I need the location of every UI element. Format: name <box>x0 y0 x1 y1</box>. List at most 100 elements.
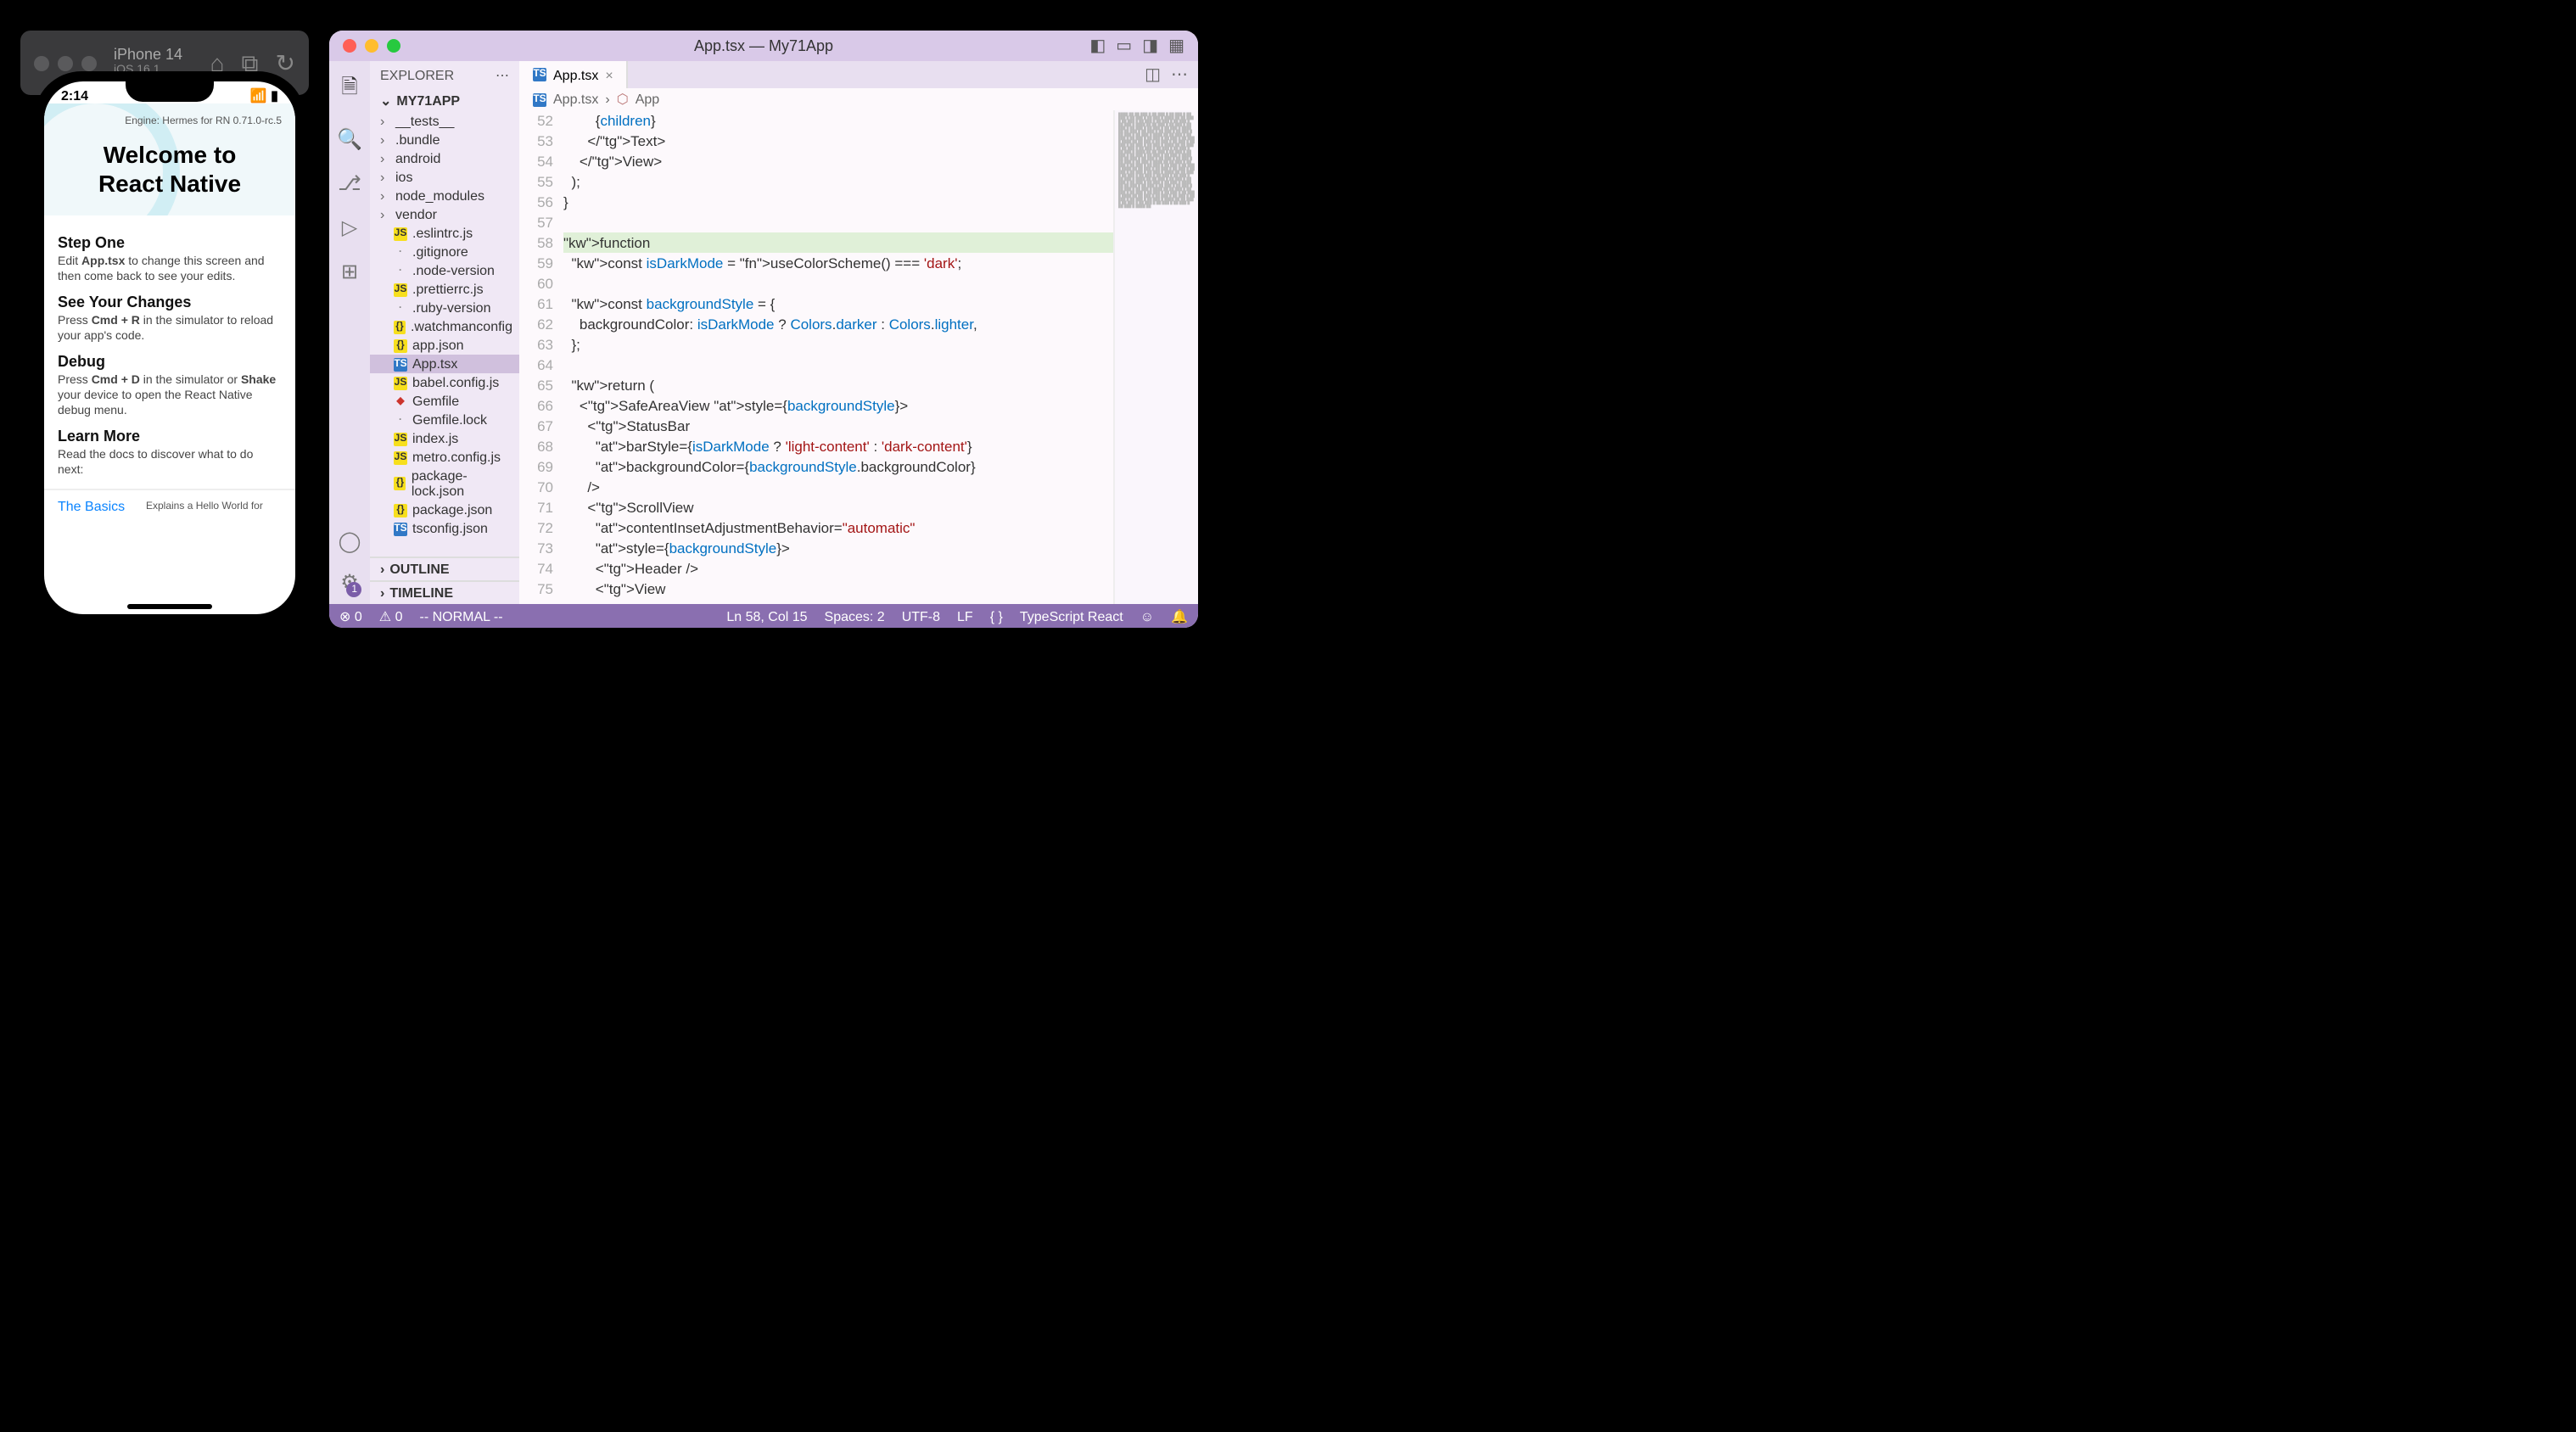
minimize-window-icon[interactable] <box>365 39 378 53</box>
gear-icon[interactable]: ⚙1 <box>340 570 359 594</box>
tree-item-label: android <box>395 151 440 166</box>
tree-item-label: __tests__ <box>395 114 454 129</box>
crumb-symbol[interactable]: App <box>636 92 659 107</box>
tree-item[interactable]: JS.prettierrc.js <box>370 280 519 299</box>
tree-item[interactable]: ios <box>370 168 519 187</box>
tree-item[interactable]: __tests__ <box>370 112 519 131</box>
sim-window-dot[interactable] <box>58 55 73 70</box>
titlebar[interactable]: App.tsx — My71App ◧ ▭ ◨ ▦ <box>329 31 1198 61</box>
zoom-window-icon[interactable] <box>387 39 400 53</box>
tree-item[interactable]: JS.eslintrc.js <box>370 224 519 243</box>
close-icon[interactable]: × <box>605 67 613 82</box>
sim-window-dot[interactable] <box>34 55 49 70</box>
ts-icon: TS <box>394 357 407 371</box>
tree-item-label: App.tsx <box>412 356 457 372</box>
activity-bar: 🗎 🔍 ⎇ ▷ ⊞ ◯ ⚙1 <box>329 61 370 604</box>
cfg-icon: · <box>394 301 407 315</box>
hero-title: Welcome toReact Native <box>53 141 287 198</box>
code-content[interactable]: {children} </"tg">Text> </"tg">View> ); … <box>563 110 1113 604</box>
layout-sidebar-icon[interactable]: ◧ <box>1089 36 1106 55</box>
tree-item[interactable]: JSindex.js <box>370 429 519 448</box>
tree-item-label: .gitignore <box>412 244 468 260</box>
tree-item[interactable]: node_modules <box>370 187 519 205</box>
search-icon[interactable]: 🔍 <box>337 127 362 151</box>
tree-item[interactable]: android <box>370 149 519 168</box>
tree-item[interactable]: ·.gitignore <box>370 243 519 261</box>
tree-item-label: .node-version <box>412 263 495 278</box>
tab-label: App.tsx <box>553 67 598 82</box>
basics-row[interactable]: The Basics Explains a Hello World for <box>44 489 295 523</box>
feedback-icon[interactable]: ☺ <box>1140 608 1154 624</box>
eol[interactable]: LF <box>957 608 973 624</box>
debug-icon[interactable]: ▷ <box>342 215 357 239</box>
tree-item-label: metro.config.js <box>412 450 501 465</box>
layout-grid-icon[interactable]: ▦ <box>1168 36 1184 55</box>
json-icon: {} <box>394 477 406 490</box>
tree-item[interactable]: {}.watchmanconfig <box>370 317 519 336</box>
section-body: Read the docs to discover what to do nex… <box>58 449 282 479</box>
indent[interactable]: Spaces: 2 <box>825 608 885 624</box>
section-title: Step One <box>58 233 282 250</box>
sim-window-dot[interactable] <box>81 55 97 70</box>
timeline-header[interactable]: ›TIMELINE <box>370 580 519 604</box>
tree-item-label: app.json <box>412 338 464 353</box>
section-title: See Your Changes <box>58 294 282 310</box>
line-gutter: 52 53 54 55 56 57 58 59 60 61 62 63 64 6… <box>519 110 563 604</box>
bell-icon[interactable]: 🔔 <box>1171 608 1188 624</box>
basics-link[interactable]: The Basics <box>58 500 125 515</box>
ts-icon: TS <box>533 92 546 106</box>
warnings[interactable]: ⚠ 0 <box>379 608 403 624</box>
lang-brackets-icon[interactable]: { } <box>990 608 1003 624</box>
layout-panel-icon[interactable]: ▭ <box>1116 36 1132 55</box>
encoding[interactable]: UTF-8 <box>902 608 940 624</box>
outline-header[interactable]: ›OUTLINE <box>370 557 519 580</box>
js-icon: JS <box>394 227 407 240</box>
project-name: MY71APP <box>396 93 460 109</box>
json-icon: {} <box>394 503 407 517</box>
tree-item[interactable]: {}package-lock.json <box>370 467 519 501</box>
notch <box>126 81 214 102</box>
account-icon[interactable]: ◯ <box>339 529 361 553</box>
tree-item[interactable]: {}package.json <box>370 501 519 519</box>
tree-item[interactable]: JSbabel.config.js <box>370 373 519 392</box>
breadcrumb[interactable]: TS App.tsx › ⬡ App <box>519 88 1198 110</box>
source-control-icon[interactable]: ⎇ <box>338 171 361 195</box>
tree-item[interactable]: TStsconfig.json <box>370 519 519 538</box>
home-indicator[interactable] <box>127 604 212 609</box>
more-icon[interactable]: ⋯ <box>1171 65 1188 84</box>
close-window-icon[interactable] <box>343 39 356 53</box>
language[interactable]: TypeScript React <box>1020 608 1123 624</box>
vscode-window: App.tsx — My71App ◧ ▭ ◨ ▦ 🗎 🔍 ⎇ ▷ ⊞ ◯ ⚙1… <box>329 31 1198 628</box>
project-header[interactable]: ⌄ MY71APP <box>370 90 519 112</box>
tree-item[interactable]: vendor <box>370 205 519 224</box>
more-icon[interactable]: ⋯ <box>496 68 509 83</box>
tree-item[interactable]: TS App.tsx <box>370 355 519 373</box>
errors[interactable]: ⊗ 0 <box>339 608 362 624</box>
app-content[interactable]: Step OneEdit App.tsx to change this scre… <box>44 215 295 489</box>
explorer-label: EXPLORER <box>380 68 454 83</box>
extensions-icon[interactable]: ⊞ <box>341 260 358 283</box>
tree-item[interactable]: .bundle <box>370 131 519 149</box>
phone-screen: 2:14 📶 ▮ Engine: Hermes for RN 0.71.0-rc… <box>44 81 295 614</box>
js-icon: JS <box>394 376 407 389</box>
tab-app-tsx[interactable]: TS App.tsx × <box>519 61 629 88</box>
crumb-file[interactable]: App.tsx <box>553 92 598 107</box>
tree-item[interactable]: JSmetro.config.js <box>370 448 519 467</box>
window-title: App.tsx — My71App <box>694 37 833 54</box>
layout-sidebar-right-icon[interactable]: ◨ <box>1142 36 1158 55</box>
explorer-icon[interactable]: 🗎 <box>341 71 357 107</box>
tab-bar: TS App.tsx × ◫ ⋯ <box>519 61 1198 88</box>
code-area[interactable]: 52 53 54 55 56 57 58 59 60 61 62 63 64 6… <box>519 110 1198 604</box>
split-editor-icon[interactable]: ◫ <box>1145 65 1161 84</box>
rotate-icon[interactable]: ↻ <box>276 48 295 77</box>
tree-item[interactable]: {}app.json <box>370 336 519 355</box>
chevron-right-icon: › <box>605 92 609 107</box>
tree-item[interactable]: ·.node-version <box>370 261 519 280</box>
minimap[interactable]: ████ ██ ██ ███ █ ██ ███ █ ██ ███ █ ██ ██… <box>1113 110 1198 604</box>
cursor-pos[interactable]: Ln 58, Col 15 <box>726 608 807 624</box>
tree-item[interactable]: ◆Gemfile <box>370 392 519 411</box>
tree-item[interactable]: ·.ruby-version <box>370 299 519 317</box>
tree-item[interactable]: ·Gemfile.lock <box>370 411 519 429</box>
editor: TS App.tsx × ◫ ⋯ TS App.tsx › ⬡ App 52 5… <box>519 61 1198 604</box>
chevron-down-icon: ⌄ <box>380 93 391 109</box>
